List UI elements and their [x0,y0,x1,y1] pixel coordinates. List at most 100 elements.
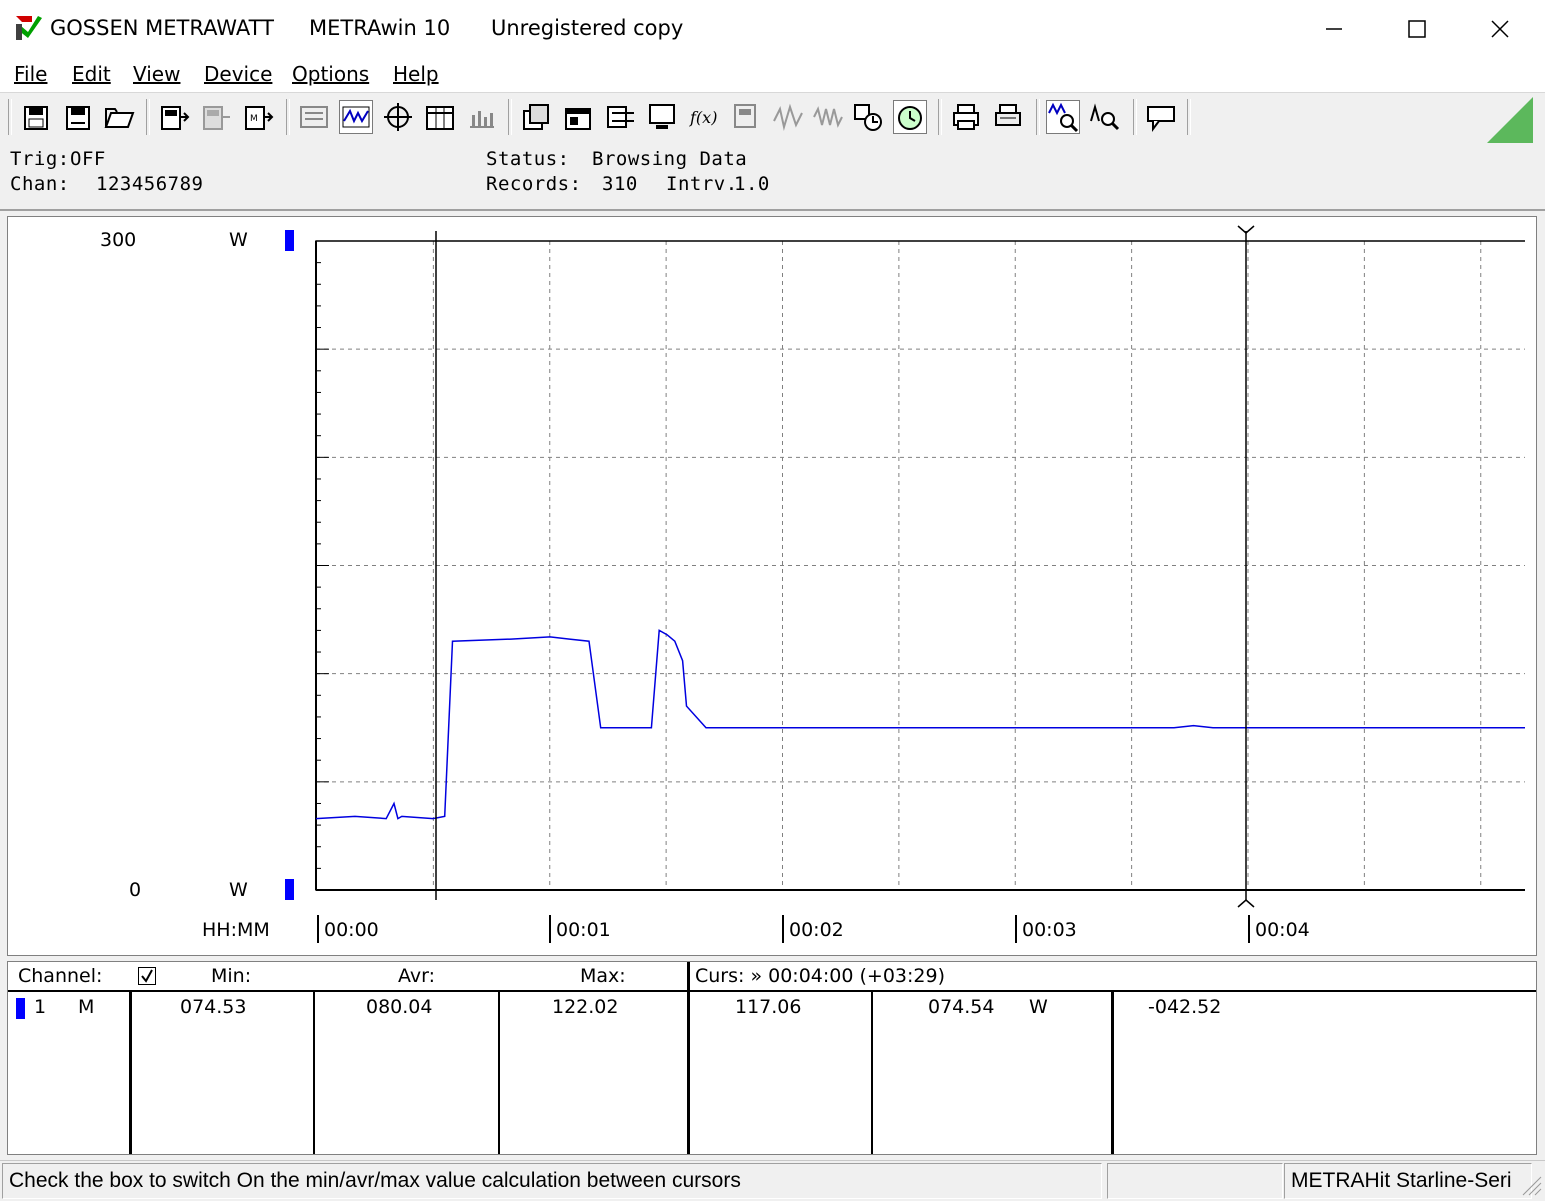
menu-view-label: View [133,62,181,86]
device-read-icon[interactable] [158,101,190,133]
svg-text:M: M [250,114,258,124]
x-tick-1: 00:01 [556,919,611,941]
device-meter-icon[interactable]: M [242,101,274,133]
plot-area[interactable] [8,217,1536,955]
menu-device[interactable]: Device [204,62,272,86]
monitor-icon[interactable] [646,101,678,133]
col-divider-5 [1111,992,1114,1154]
brand-title: GOSSEN METRAWATT [50,16,274,40]
header-min: Min: [211,965,252,987]
bargraph-icon[interactable] [604,101,636,133]
toolbar: M f(x) [0,92,1545,144]
app-title: METRAwin 10 [309,16,451,40]
maximize-button[interactable] [1377,0,1457,58]
open-icon[interactable] [103,101,135,133]
zoom-icon[interactable] [1046,100,1080,134]
menu-view[interactable]: View [133,62,180,86]
menu-options[interactable]: Options [292,62,369,86]
resize-grip-icon[interactable] [1517,1171,1543,1197]
menu-file-label: File [14,62,48,86]
print-preview-icon[interactable] [992,101,1024,133]
signal-level-icon [1487,97,1533,143]
channel-color-marker [16,998,25,1019]
menu-edit-label: Edit [72,62,111,86]
clock-icon[interactable] [893,100,927,134]
menu-bar: File Edit View Device Options Help [0,58,1545,92]
svg-text:f(x): f(x) [689,108,717,127]
save-icon[interactable] [20,101,52,133]
checkmark-icon [141,969,153,983]
close-icon [1491,20,1509,38]
y-ticks [315,240,329,891]
x-tick-mark-3 [1015,915,1017,943]
row-unit: W [1029,996,1048,1018]
grid [315,240,1525,891]
record-icon[interactable] [730,101,762,133]
histogram-icon[interactable] [466,101,498,133]
header-avr: Avr: [398,965,436,987]
function-icon[interactable]: f(x) [688,101,720,133]
status-label: Status: [486,148,570,170]
x-tick-mark-2 [782,915,784,943]
menu-help-label: Help [393,62,439,86]
x-tick-2: 00:02 [789,919,844,941]
col-divider-3 [498,992,500,1154]
status-bar: Check the box to switch On the min/avr/m… [0,1160,1545,1201]
row-delta: -042.52 [1148,996,1222,1018]
table-view-icon[interactable] [424,101,456,133]
menu-help[interactable]: Help [393,62,439,86]
channel-config-icon[interactable] [520,101,552,133]
statistics-table: Channel: Min: Avr: Max: Curs: » 00:04:00… [7,961,1537,1155]
registration-title: Unregistered copy [491,16,684,40]
chan-label: Chan: [10,173,70,195]
row-cursor2: 074.54 [928,996,995,1018]
menu-device-label: Device [204,62,273,86]
trig-label: Trig: [10,148,70,170]
scope-view-icon[interactable] [382,101,414,133]
x-tick-mark-0 [317,915,319,943]
x-axis-label: HH:MM [202,919,270,941]
waveform-icon[interactable] [772,101,804,133]
message-icon[interactable] [1145,101,1177,133]
multi-waveform-icon[interactable] [812,101,844,133]
gossen-logo-icon [16,16,42,40]
list-view-icon[interactable] [298,101,330,133]
statusbar-middle [1107,1163,1283,1199]
device-memory-icon[interactable] [200,101,232,133]
save-as-icon[interactable] [62,101,94,133]
row-max: 122.02 [552,996,619,1018]
col-divider-4 [871,992,873,1154]
settings-icon[interactable] [852,101,884,133]
minmax-checkbox[interactable] [138,967,156,985]
header-channel: Channel: [18,965,103,987]
row-mode: M [78,996,95,1018]
x-tick-3: 00:03 [1022,919,1077,941]
interval-label: Intrv. [666,173,738,195]
maximize-icon [1408,20,1426,38]
header-cursor: Curs: » 00:04:00 (+03:29) [695,965,945,987]
statusbar-hint: Check the box to switch On the min/avr/m… [2,1163,1102,1199]
x-tick-mark-4 [1248,915,1250,943]
title-bar: GOSSEN METRAWATT METRAwin 10 Unregistere… [0,0,1545,59]
minimize-button[interactable] [1294,0,1374,58]
status-value: Browsing Data [592,148,748,170]
trig-value: OFF [70,148,106,170]
status-panel: Trig: OFF Chan: 123456789 Status: Browsi… [0,143,1545,211]
minimize-icon [1326,28,1342,30]
menu-edit[interactable]: Edit [72,62,111,86]
records-label: Records: [486,173,582,195]
search-icon[interactable] [1089,101,1121,133]
interval-value: 1.0 [734,173,770,195]
menu-file[interactable]: File [14,62,47,86]
trend-view-icon[interactable] [339,100,373,134]
row-min: 074.53 [180,996,247,1018]
chart-panel[interactable]: 300 W 0 W HH:MM 00:00 00:01 00:02 00:03 … [7,216,1537,956]
header-max: Max: [580,965,626,987]
cursor-bottom-handle[interactable] [1237,899,1255,908]
close-button[interactable] [1460,0,1540,58]
multi-window-icon[interactable] [562,101,594,133]
col-divider-1 [129,992,132,1154]
menu-options-label: Options [292,62,370,86]
print-icon[interactable] [950,101,982,133]
table-header-divider [8,990,1536,992]
